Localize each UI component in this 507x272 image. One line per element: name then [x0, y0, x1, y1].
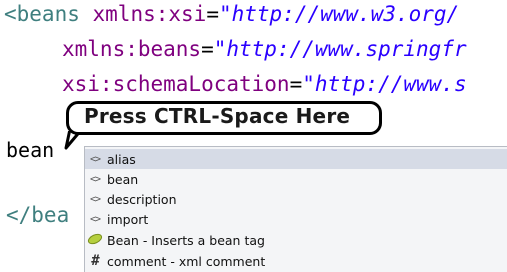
- completion-item-comment[interactable]: # comment - xml comment: [85, 251, 507, 271]
- attr-xmlns-beans: xmlns:beans: [62, 37, 202, 61]
- xml-element-icon: <>: [89, 213, 101, 225]
- comment-hash-icon: #: [91, 253, 99, 269]
- completion-label: bean: [107, 171, 139, 187]
- completion-label: comment - xml comment: [107, 253, 266, 269]
- completion-label: Bean - Inserts a bean tag: [107, 232, 265, 248]
- completion-item-bean[interactable]: <> bean: [85, 169, 507, 189]
- value-xsi-url: "http://www.w3.org/: [218, 2, 460, 26]
- attr-xmlns-xsi: xmlns:xsi: [92, 2, 207, 26]
- tag-beans-close: </bea: [6, 203, 70, 227]
- xml-element-icon: <>: [89, 193, 101, 205]
- equals-sign: =: [201, 37, 214, 61]
- tag-beans-open: <beans: [4, 2, 80, 26]
- value-beans-url: "http://www.springfr: [213, 37, 467, 61]
- code-line-schema-location: xsi:schemaLocation="http://www.s: [62, 71, 467, 97]
- typed-text: bean: [6, 138, 55, 162]
- code-line-xmlns-beans: xmlns:beans="http://www.springfr: [62, 36, 467, 62]
- completion-label: description: [107, 191, 177, 207]
- completion-item-bean-template[interactable]: Bean - Inserts a bean tag: [85, 230, 507, 250]
- completion-label: import: [107, 211, 149, 227]
- completion-item-description[interactable]: <> description: [85, 189, 507, 209]
- value-schema-url: "http://www.s: [302, 72, 467, 96]
- attr-schema-location: xsi:schemaLocation: [62, 72, 290, 96]
- code-line-beans-open: <beans xmlns:xsi="http://www.w3.org/: [4, 1, 459, 27]
- callout-text: Press CTRL-Space Here: [84, 104, 351, 128]
- equals-sign: =: [289, 72, 303, 96]
- equals-sign: =: [206, 2, 219, 26]
- completion-item-import[interactable]: <> import: [85, 209, 507, 229]
- xml-element-icon: <>: [89, 153, 101, 165]
- content-assist-popup[interactable]: <> alias <> bean <> description <> impor…: [84, 146, 507, 272]
- code-line-bean-typed[interactable]: bean: [6, 137, 54, 163]
- completion-item-alias[interactable]: <> alias: [85, 149, 507, 169]
- completion-label: alias: [107, 151, 136, 167]
- template-leaf-icon: [85, 233, 105, 248]
- xml-element-icon: <>: [89, 173, 101, 185]
- code-line-beans-close: </bea: [6, 202, 69, 228]
